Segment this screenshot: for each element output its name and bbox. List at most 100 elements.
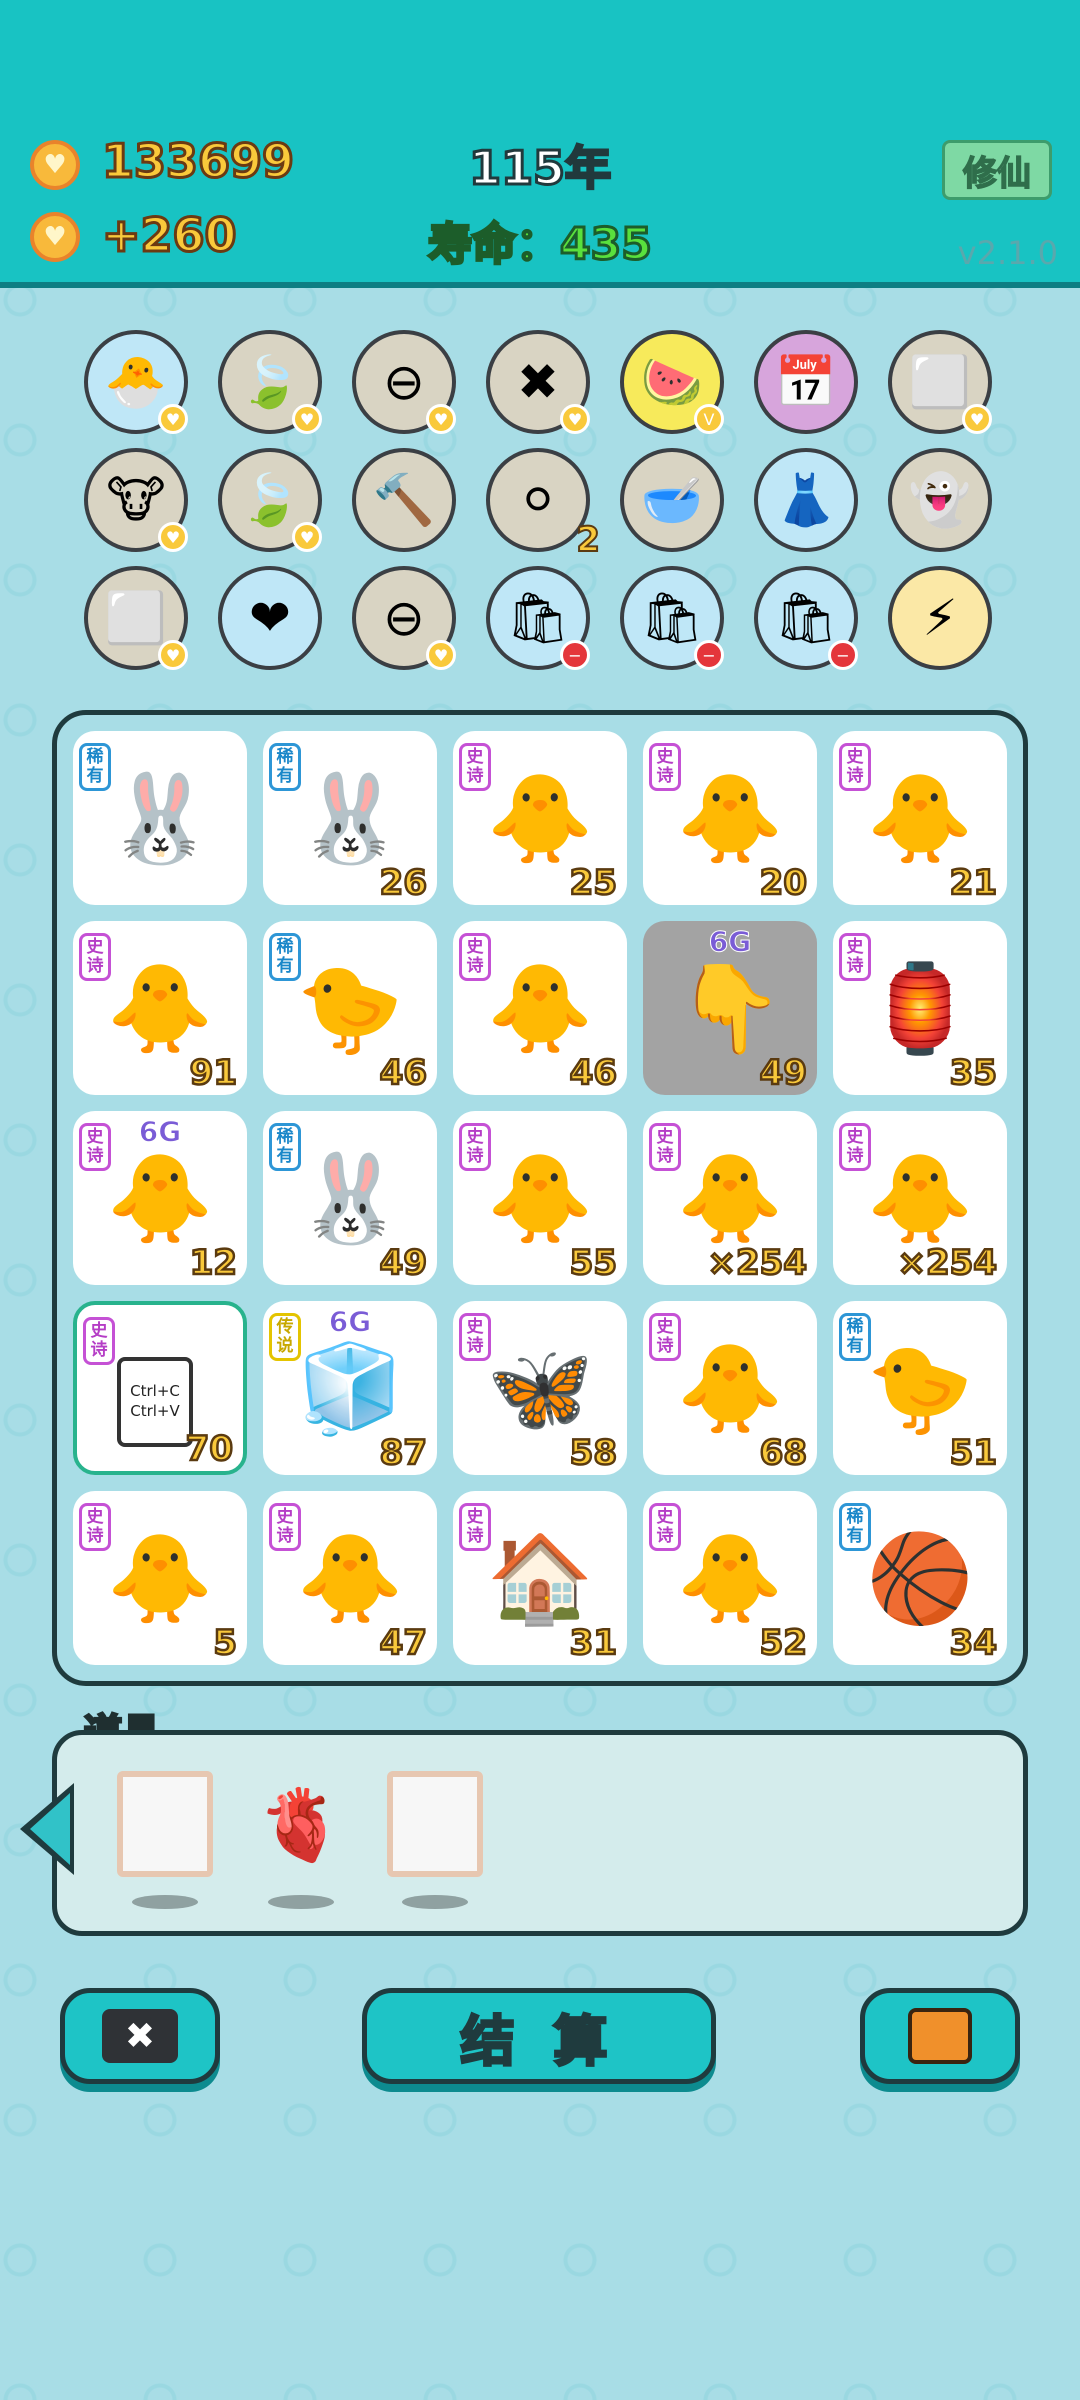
skill-glyph: ⊖ [383, 353, 425, 411]
coin-badge-icon: ♥ [158, 522, 188, 552]
board-cell[interactable]: 史诗 🐥 ×254 [643, 1111, 817, 1285]
cows-icon[interactable]: 🐮 ♥ [84, 448, 188, 552]
remove-badge-icon: − [560, 640, 590, 670]
grade-label: 6G [138, 1115, 182, 1149]
hammer-icon[interactable]: 🔨 [352, 448, 456, 552]
board-cell[interactable]: 👇 6G 49 [643, 921, 817, 1095]
board-cell[interactable]: 史诗 🐥 25 [453, 731, 627, 905]
board-cell[interactable]: 史诗 🐥 55 [453, 1111, 627, 1285]
briefcase-icon [908, 2008, 972, 2064]
skill-glyph: ⬜ [908, 352, 972, 411]
settle-button[interactable]: 结 算 [362, 1988, 716, 2084]
minus-icon[interactable]: ⊖ ♥ [352, 566, 456, 670]
board-cell[interactable]: 史诗 🐥 20 [643, 731, 817, 905]
coin-badge-icon: ♥ [292, 404, 322, 434]
fruit-basket-icon[interactable]: 🍉 V [620, 330, 724, 434]
cell-value: 20 [758, 862, 808, 905]
minus-icon[interactable]: ⊖ ♥ [352, 330, 456, 434]
trash-bag-icon[interactable]: 🛍 − [620, 566, 724, 670]
board-cell[interactable]: 稀有 🏀 34 [833, 1491, 1007, 1665]
skill-count: 2 [575, 519, 601, 561]
skill-glyph: 🛍 [640, 588, 704, 647]
bag-button[interactable] [860, 1988, 1020, 2084]
board-cell[interactable]: 稀有 🐰 26 [263, 731, 437, 905]
inventory-panel: 🫀 [52, 1730, 1028, 1936]
board-cell[interactable]: 稀有 🐰 49 [263, 1111, 437, 1285]
skill-glyph: 👻 [908, 470, 972, 529]
board-cell[interactable]: 史诗 🐥 46 [453, 921, 627, 1095]
lifespan-display: 寿命：435 [427, 218, 654, 272]
cubes-icon[interactable]: ⬜ ♥ [84, 566, 188, 670]
board-cell[interactable]: 传说 🧊 6G 87 [263, 1301, 437, 1475]
skill-glyph: 📅 [774, 352, 838, 411]
skirt-icon[interactable]: 👗 [754, 448, 858, 552]
cell-value: ×254 [706, 1242, 808, 1285]
cell-value: 21 [948, 862, 998, 905]
ghost-icon[interactable]: 👻 [888, 448, 992, 552]
board-cell[interactable]: 史诗 🏠 31 [453, 1491, 627, 1665]
board-cell[interactable]: 史诗 🐥 6G 12 [73, 1111, 247, 1285]
cell-value: 25 [568, 862, 618, 905]
calendar-icon[interactable]: 📅 [754, 330, 858, 434]
delete-tag-icon[interactable]: ✖ ♥ [486, 330, 590, 434]
leaf-icon[interactable]: 🍃 ♥ [218, 448, 322, 552]
trash-bag-icon[interactable]: 🛍 − [486, 566, 590, 670]
skill-glyph: 🍉 [640, 352, 704, 411]
skill-glyph: 🍃 [238, 352, 302, 411]
skill-glyph: ⬜ [104, 588, 168, 647]
discard-button[interactable]: ✖ [60, 1988, 220, 2084]
board-cell[interactable]: 史诗 🐥 47 [263, 1491, 437, 1665]
cell-value: 51 [948, 1432, 998, 1475]
board-cell[interactable]: 史诗 🐥 5 [73, 1491, 247, 1665]
cell-value: 46 [378, 1052, 428, 1095]
board-cell[interactable]: 稀有 🐤 46 [263, 921, 437, 1095]
trash-bag-icon[interactable]: 🛍 − [754, 566, 858, 670]
cultivate-button[interactable]: 修仙 [942, 140, 1052, 200]
cell-value: 5 [212, 1622, 238, 1665]
chicken-egg-icon[interactable]: 🐣 ♥ [84, 330, 188, 434]
board-cell[interactable]: 稀有 🐰 [73, 731, 247, 905]
board-cell[interactable]: 史诗 🐥 21 [833, 731, 1007, 905]
empty-frame-icon[interactable] [117, 1771, 213, 1877]
grade-label: 6G [328, 1305, 372, 1339]
liver-icon[interactable]: 🫀 [253, 1775, 349, 1875]
cell-value: 49 [758, 1052, 808, 1095]
lightning-icon[interactable]: ⚡ [888, 566, 992, 670]
cell-value: 49 [378, 1242, 428, 1285]
board-cell[interactable]: 稀有 🐤 51 [833, 1301, 1007, 1475]
board-cell[interactable]: 史诗 🐥 68 [643, 1301, 817, 1475]
board-cell[interactable]: 史诗 🐥 ×254 [833, 1111, 1007, 1285]
cell-value: 31 [568, 1622, 618, 1665]
board-cell[interactable]: 史诗 🏮 35 [833, 921, 1007, 1095]
cell-value: 87 [378, 1432, 428, 1475]
skill-glyph: 🐮 [106, 471, 166, 529]
heart-drip-icon[interactable]: ❤ [218, 566, 322, 670]
leaf-icon[interactable]: 🍃 ♥ [218, 330, 322, 434]
cell-value: 35 [948, 1052, 998, 1095]
rarity-tag: 史诗 [83, 1317, 115, 1365]
egg-tray-icon[interactable]: ⚪ 2 [486, 448, 601, 561]
skill-glyph: 🛍 [506, 588, 570, 647]
game-board: 稀有 🐰 稀有 🐰 26 史诗 🐥 25 史诗 🐥 20 史诗 🐥 21 史诗 🐥 91 稀有 🐤 46 史诗 🐥 46 👇 6… [52, 710, 1028, 1686]
empty-frame-icon[interactable] [387, 1771, 483, 1877]
cell-value: 68 [758, 1432, 808, 1475]
copy-paste-icon: Ctrl+C Ctrl+V [117, 1357, 193, 1447]
skill-glyph: 🍃 [238, 470, 302, 529]
coin-badge-icon: ♥ [560, 404, 590, 434]
board-cell[interactable]: 史诗 🐥 52 [643, 1491, 817, 1665]
cell-value: 12 [188, 1242, 238, 1285]
skill-glyph: 👗 [774, 470, 838, 529]
cell-value: 47 [378, 1622, 428, 1665]
coin-badge-icon: ♥ [158, 404, 188, 434]
cell-value: 70 [184, 1428, 234, 1471]
board-cell[interactable]: 史诗 Ctrl+C Ctrl+V 70 [73, 1301, 247, 1475]
inventory-prev-arrow-icon[interactable] [20, 1783, 74, 1875]
skill-glyph: ✖ [517, 353, 559, 411]
cell-value: 52 [758, 1622, 808, 1665]
board-cell[interactable]: 史诗 🐥 91 [73, 921, 247, 1095]
dog-bowl-icon[interactable]: 🥣 [620, 448, 724, 552]
board-cell[interactable]: 史诗 🦋 58 [453, 1301, 627, 1475]
rabbit-icon: 🐰 [106, 768, 214, 869]
cubes-icon[interactable]: ⬜ ♥ [888, 330, 992, 434]
vip-badge-icon: V [694, 404, 724, 434]
